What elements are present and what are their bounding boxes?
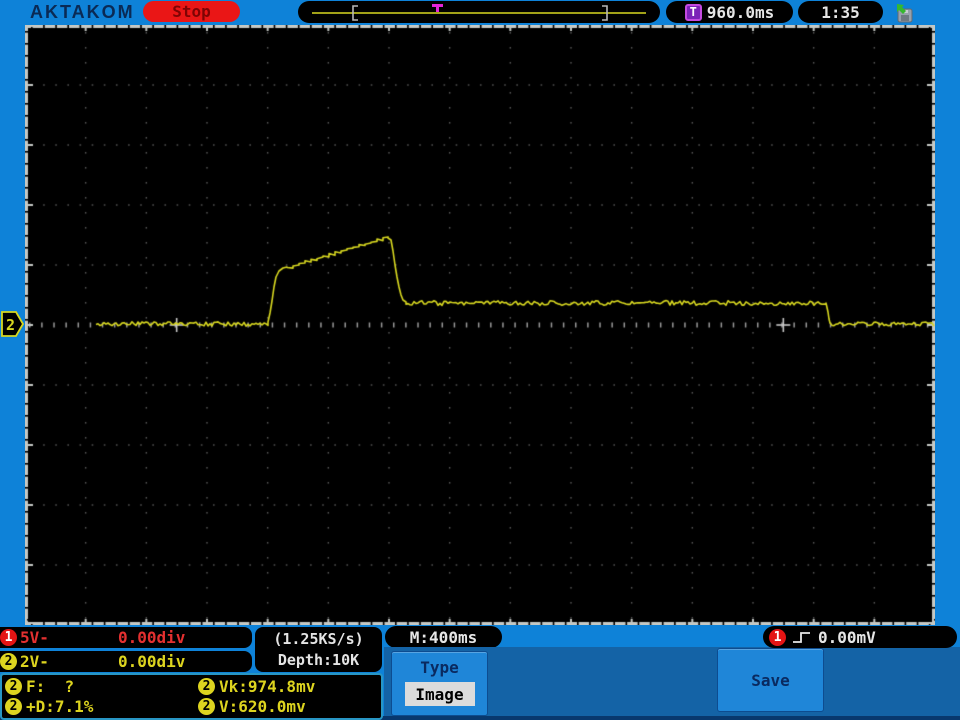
meas-value: F: ?: [26, 677, 74, 696]
channel1-badge: 1: [0, 629, 17, 646]
type-menu-label: Type: [392, 658, 487, 677]
measurement-frequency: 2 F: ?: [5, 676, 198, 697]
channel2-marker-label: 2: [6, 316, 15, 334]
measurement-v: 2 V:620.0mv: [198, 697, 381, 718]
channel1-offset: 0.00div: [118, 628, 185, 647]
channel2-scale-readout: 2 2V- 0.00div: [0, 651, 252, 672]
meas-ch-badge: 2: [198, 678, 215, 695]
acquisition-info-box: (1.25KS/s) Depth:10K: [255, 627, 382, 672]
meas-ch-badge: 2: [198, 698, 215, 715]
meas-value: Vk:974.8mv: [219, 677, 315, 696]
trigger-time-display: T 960.0ms: [666, 1, 793, 23]
rising-edge-icon: [791, 629, 813, 645]
trigger-source-badge: 1: [769, 629, 786, 646]
timebase-readout: M:400ms: [385, 626, 502, 648]
sample-rate: (1.25KS/s): [273, 629, 363, 650]
meas-value: V:620.0mv: [219, 697, 306, 716]
save-button[interactable]: Save: [717, 648, 824, 712]
type-menu-button[interactable]: Type Image: [391, 651, 488, 716]
record-window-indicator: [298, 1, 660, 23]
channel2-offset: 0.00div: [118, 652, 185, 671]
measurements-box: 2 F: ? 2 Vk:974.8mv 2 +D:7.1% 2 V:620.0m…: [0, 673, 383, 720]
trigger-time-value: 960.0ms: [707, 3, 774, 22]
meas-value: +D:7.1%: [26, 697, 93, 716]
trigger-level-readout: 1 0.00mV: [763, 626, 957, 648]
oscilloscope-screen: AKTAKOM Stop T 960.0ms 1:35 2 1 5V- 0.00…: [0, 0, 960, 720]
clock-display: 1:35: [798, 1, 883, 23]
channel2-position-marker: 2: [1, 311, 25, 337]
measurement-vk: 2 Vk:974.8mv: [198, 676, 381, 697]
storage-disk-icon: [893, 2, 915, 24]
memory-depth: Depth:10K: [278, 650, 359, 671]
run-state-badge: Stop: [143, 1, 240, 22]
channel2-volts-per-div: 2V-: [20, 652, 49, 671]
trigger-level-value: 0.00mV: [818, 628, 876, 647]
measurement-duty: 2 +D:7.1%: [5, 697, 198, 718]
brand-logo: AKTAKOM: [30, 2, 135, 23]
trigger-marker-icon: [432, 4, 443, 12]
trigger-position-bar: [298, 1, 660, 23]
meas-ch-badge: 2: [5, 698, 22, 715]
channel1-scale-readout: 1 5V- 0.00div: [0, 627, 252, 648]
channel2-badge: 2: [0, 653, 17, 670]
channel1-volts-per-div: 5V-: [20, 628, 49, 647]
meas-ch-badge: 2: [5, 678, 22, 695]
type-selected-option[interactable]: Image: [405, 682, 475, 706]
waveform-display: [25, 25, 935, 625]
trigger-t-icon: T: [685, 4, 702, 21]
